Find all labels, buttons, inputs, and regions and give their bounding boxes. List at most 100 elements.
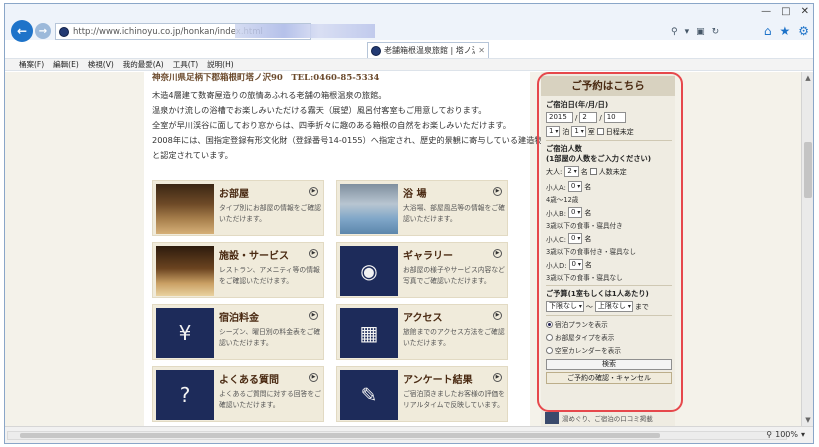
card-access[interactable]: ▦ アクセス ▶ 旅館までのアクセス方法をご確認いただけます。 (336, 304, 508, 360)
radio-calendar[interactable] (546, 346, 553, 354)
zoom-icon: ⚲ (766, 430, 773, 439)
below-panel-item[interactable]: 湯めぐり、ご宿泊の口コミ掲載 (541, 410, 675, 426)
search-button[interactable]: 検索 (546, 359, 672, 370)
rooms-select[interactable]: 1 (571, 126, 586, 137)
intro-line: 全室が早川渓谷に面しており窓からは、四季折々に趣のある箱根の自然をお楽しみいただ… (152, 120, 511, 130)
status-bar: ⚲ 100% ▾ (5, 426, 813, 443)
arrow-right-icon[interactable]: ▶ (309, 373, 318, 382)
browser-window: — □ ✕ ← → http://www.ichinoyu.co.jp/honk… (4, 3, 814, 444)
card-title: よくある質問 (219, 375, 279, 386)
nights-rooms-row: 1 泊 1 室 日程未定 (546, 126, 672, 137)
intro-text: 木造4層建て数寄屋造りの旅情あふれる老舗の箱根温泉の旅館。 温泉かけ流しの浴槽で… (152, 88, 543, 163)
arrow-right-icon[interactable]: ▶ (309, 187, 318, 196)
display-option-roomtype[interactable]: お部屋タイプを表示 (546, 332, 672, 342)
card-desc: タイプ別にお部屋の情報をご確認いただけます。 (219, 204, 321, 223)
hscroll-thumb[interactable] (20, 433, 660, 438)
scroll-down-icon[interactable]: ▼ (803, 415, 813, 425)
child-d-label: 小人D: (546, 261, 567, 270)
child-b-select[interactable]: 0 (567, 207, 583, 218)
child-d-unit: 名 (584, 260, 592, 269)
arrow-right-icon[interactable]: ▶ (309, 249, 318, 258)
arrow-right-icon[interactable]: ▶ (493, 311, 502, 320)
adult-select[interactable]: 2 (564, 166, 579, 177)
home-icon[interactable]: ⌂ (764, 24, 772, 38)
arrow-right-icon[interactable]: ▶ (309, 311, 318, 320)
card-facilities[interactable]: 施設・サービス ▶ レストラン、アメニティ等の情報をご確認いただけます。 (152, 242, 324, 298)
child-a-note: 4歳〜12歳 (546, 196, 579, 204)
budget-max-select[interactable]: 上限なし (594, 301, 633, 312)
menu-edit[interactable]: 編輯(E) (53, 59, 79, 70)
budget-separator: 〜 (585, 302, 593, 311)
card-title: お部屋 (219, 189, 249, 200)
refresh-icon[interactable]: ↻ (712, 27, 720, 37)
budget-min-select[interactable]: 下限なし (546, 301, 584, 312)
menu-tools[interactable]: 工具(T) (173, 59, 198, 70)
close-icon[interactable]: ✕ (801, 6, 809, 17)
scroll-thumb[interactable] (804, 142, 812, 198)
child-a-label: 小人A: (546, 183, 566, 192)
card-rates[interactable]: ¥ 宿泊料金 ▶ シーズン、曜日別の料金表をご確認いただけます。 (152, 304, 324, 360)
date-row: 2015/ 2/ 10 (546, 112, 672, 123)
minimize-icon[interactable]: — (761, 6, 771, 17)
search-icon[interactable]: ⚲ (671, 27, 678, 37)
people-label: ご宿泊人数 (546, 144, 582, 153)
arrow-right-icon[interactable]: ▶ (493, 187, 502, 196)
reservation-panel: ご予約はこちら ご宿泊日(年/月/日) 2015/ 2/ 10 1 泊 1 室 … (541, 72, 675, 426)
child-d-select[interactable]: 0 (568, 259, 583, 270)
child-a-select[interactable]: 0 (567, 181, 583, 192)
menu-favorites[interactable]: 我的最愛(A) (123, 59, 164, 70)
display-option-plan[interactable]: 宿泊プランを表示 (546, 319, 672, 329)
card-rooms[interactable]: お部屋 ▶ タイプ別にお部屋の情報をご確認いただけます。 (152, 180, 324, 236)
intro-line: と認定されています。 (152, 150, 233, 160)
day-input[interactable]: 10 (603, 112, 626, 123)
child-a-unit: 名 (584, 182, 592, 191)
confirm-cancel-button[interactable]: ご予約の確認・キャンセル (546, 372, 672, 384)
arrow-left-icon: ← (16, 24, 28, 38)
child-c-select[interactable]: 0 (568, 233, 583, 244)
nights-unit: 泊 (562, 127, 570, 136)
menu-help[interactable]: 説明(H) (207, 59, 234, 70)
divider (546, 315, 672, 316)
arrow-right-icon[interactable]: ▶ (493, 249, 502, 258)
child-b-label: 小人B: (546, 209, 566, 218)
card-survey[interactable]: ✎ アンケート結果 ▶ ご宿泊頂きましたお客様の評価をリアルタイムで反映していま… (336, 366, 508, 422)
radio-plan[interactable] (546, 320, 553, 328)
vertical-scrollbar[interactable]: ▲ ▼ (801, 72, 813, 426)
date-undecided-checkbox[interactable] (596, 128, 604, 135)
divider (546, 285, 672, 286)
tab-close-icon[interactable]: ✕ (478, 46, 485, 55)
arrow-right-icon[interactable]: ▶ (493, 373, 502, 382)
child-b-row: 小人B: 0 名 (546, 207, 672, 218)
card-gallery[interactable]: ◉ ギャラリー ▶ お部屋の様子やサービス内容など写真でご確認いただけます。 (336, 242, 508, 298)
gear-icon[interactable]: ⚙ (798, 24, 809, 38)
display-option-calendar[interactable]: 空室カレンダーを表示 (546, 345, 672, 355)
browser-tab[interactable]: 老舗箱根温泉旅館 | 塔ノ沢... ✕ (367, 42, 489, 58)
radio-roomtype[interactable] (546, 333, 553, 341)
option-label: 空室カレンダーを表示 (555, 347, 621, 355)
tab-favicon-icon (371, 45, 381, 56)
scroll-up-icon[interactable]: ▲ (803, 73, 813, 83)
menu-file[interactable]: 桶案(F) (19, 59, 44, 70)
maximize-icon[interactable]: □ (781, 6, 790, 17)
dropdown-icon[interactable]: ▾ (685, 27, 690, 37)
card-title: アンケート結果 (403, 375, 473, 386)
arrow-right-icon: → (38, 25, 48, 37)
card-faq[interactable]: ? よくある質問 ▶ よくあるご質問に対する回答をご確認いただけます。 (152, 366, 324, 422)
budget-label: ご予算(1室もしくは1人あたり) (546, 289, 649, 298)
card-desc: よくあるご質問に対する回答をご確認いただけます。 (219, 390, 321, 409)
intro-line: 温泉かけ流しの浴槽でお楽しみいただける霧天（展望）風呂付客室もご用意しております… (152, 105, 487, 115)
month-input[interactable]: 2 (579, 112, 598, 123)
favorites-star-icon[interactable]: ★ (779, 24, 790, 38)
horizontal-scrollbar[interactable] (7, 431, 787, 440)
people-undecided-checkbox[interactable] (589, 168, 597, 175)
back-button[interactable]: ← (11, 20, 33, 42)
intro-line: 木造4層建て数寄屋造りの旅情あふれる老舗の箱根温泉の旅館。 (152, 90, 387, 100)
question-icon: ? (156, 370, 214, 420)
year-input[interactable]: 2015 (546, 112, 573, 123)
forward-button[interactable]: → (35, 23, 51, 39)
zoom-control[interactable]: ⚲ 100% ▾ (766, 430, 805, 439)
card-bath[interactable]: 浴 場 ▶ 大浴場、部屋風呂等の情報をご確認いただけます。 (336, 180, 508, 236)
menu-view[interactable]: 検視(V) (88, 59, 114, 70)
nights-select[interactable]: 1 (546, 126, 561, 137)
rooms-unit: 室 (587, 127, 595, 136)
